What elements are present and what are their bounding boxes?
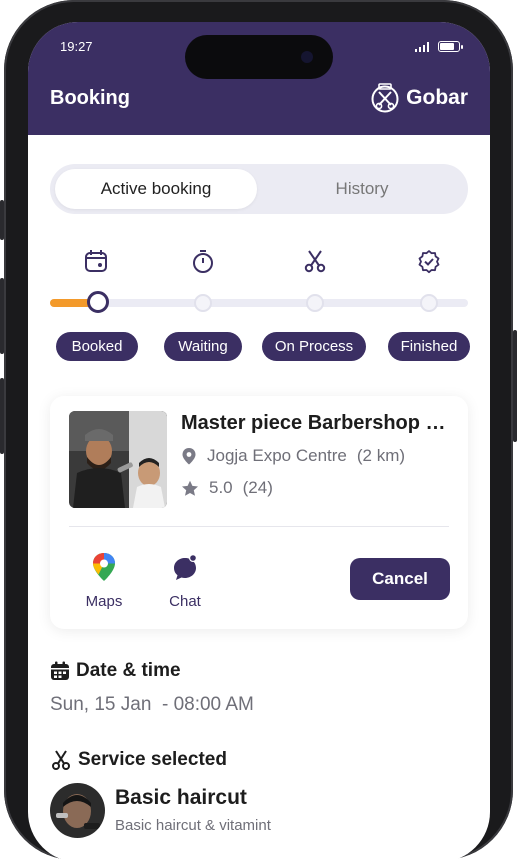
step-node-waiting xyxy=(194,294,212,312)
app-header: 19:27 Booking Gobar xyxy=(28,22,490,135)
card-divider xyxy=(69,526,449,527)
cancel-button[interactable]: Cancel xyxy=(350,558,450,600)
step-node-on-process xyxy=(306,294,324,312)
location-name: Jogja Expo Centre xyxy=(207,446,347,465)
page-title: Booking xyxy=(50,87,130,109)
phone-volume-up-button xyxy=(0,278,4,354)
brand-name: Gobar xyxy=(406,86,468,109)
service-photo xyxy=(50,783,105,838)
google-maps-icon xyxy=(93,553,115,581)
tab-history[interactable]: History xyxy=(262,169,462,209)
location-pin-icon xyxy=(182,448,196,465)
step-label-on-process: On Process xyxy=(262,332,366,361)
shop-location: Jogja Expo Centre (2 km) xyxy=(181,446,405,466)
chat-icon xyxy=(174,554,197,580)
battery-icon xyxy=(438,41,463,52)
booking-card: Master piece Barbershop Jogja Jogja Expo… xyxy=(50,396,468,629)
service-section-title: Service selected xyxy=(50,749,227,771)
date-time-value: Sun, 15 Jan - 08:00 AM xyxy=(50,694,254,715)
date-time-title: Date & time xyxy=(76,660,181,681)
camera-icon xyxy=(301,51,313,63)
review-count: (24) xyxy=(242,478,273,497)
scissors-outline-icon xyxy=(52,750,70,770)
scissors-icon xyxy=(304,250,326,273)
service-name: Basic haircut xyxy=(115,786,247,809)
booking-tabs: Active booking History xyxy=(50,164,468,214)
calendar-filled-icon xyxy=(51,661,69,680)
maps-label: Maps xyxy=(85,593,123,610)
maps-button[interactable]: Maps xyxy=(74,552,134,610)
check-badge-icon xyxy=(418,250,440,274)
phone-volume-down-button xyxy=(0,378,4,454)
shop-name: Master piece Barbershop Jogja xyxy=(181,412,451,434)
brand-logo: Gobar xyxy=(370,83,468,113)
service-description: Basic haircut & vitamint xyxy=(115,817,271,834)
chat-button[interactable]: Chat xyxy=(155,552,215,610)
app-screen: 19:27 Booking Gobar Active booking Histo… xyxy=(28,22,490,862)
timer-icon xyxy=(193,250,213,273)
phone-action-button xyxy=(0,200,4,240)
step-label-booked: Booked xyxy=(56,332,138,361)
star-icon xyxy=(182,480,198,496)
shop-rating: 5.0 (24) xyxy=(181,478,273,498)
step-label-waiting: Waiting xyxy=(164,332,242,361)
phone-power-button xyxy=(513,330,517,442)
date-time-section-title: Date & time xyxy=(50,660,181,682)
step-node-finished xyxy=(420,294,438,312)
progress-track xyxy=(50,299,468,307)
location-distance: (2 km) xyxy=(356,446,406,465)
calendar-icon xyxy=(85,250,107,272)
service-title: Service selected xyxy=(78,749,227,770)
status-time: 19:27 xyxy=(60,39,93,54)
barbershop-photo xyxy=(69,411,167,508)
barber-logo-icon xyxy=(371,83,399,113)
tab-active-booking[interactable]: Active booking xyxy=(55,169,257,209)
step-label-finished: Finished xyxy=(388,332,470,361)
step-node-booked xyxy=(87,291,109,313)
status-icons xyxy=(415,41,463,52)
dynamic-island xyxy=(185,35,333,79)
signal-icon xyxy=(415,41,429,52)
chat-label: Chat xyxy=(169,593,201,610)
rating-value: 5.0 xyxy=(209,478,233,497)
